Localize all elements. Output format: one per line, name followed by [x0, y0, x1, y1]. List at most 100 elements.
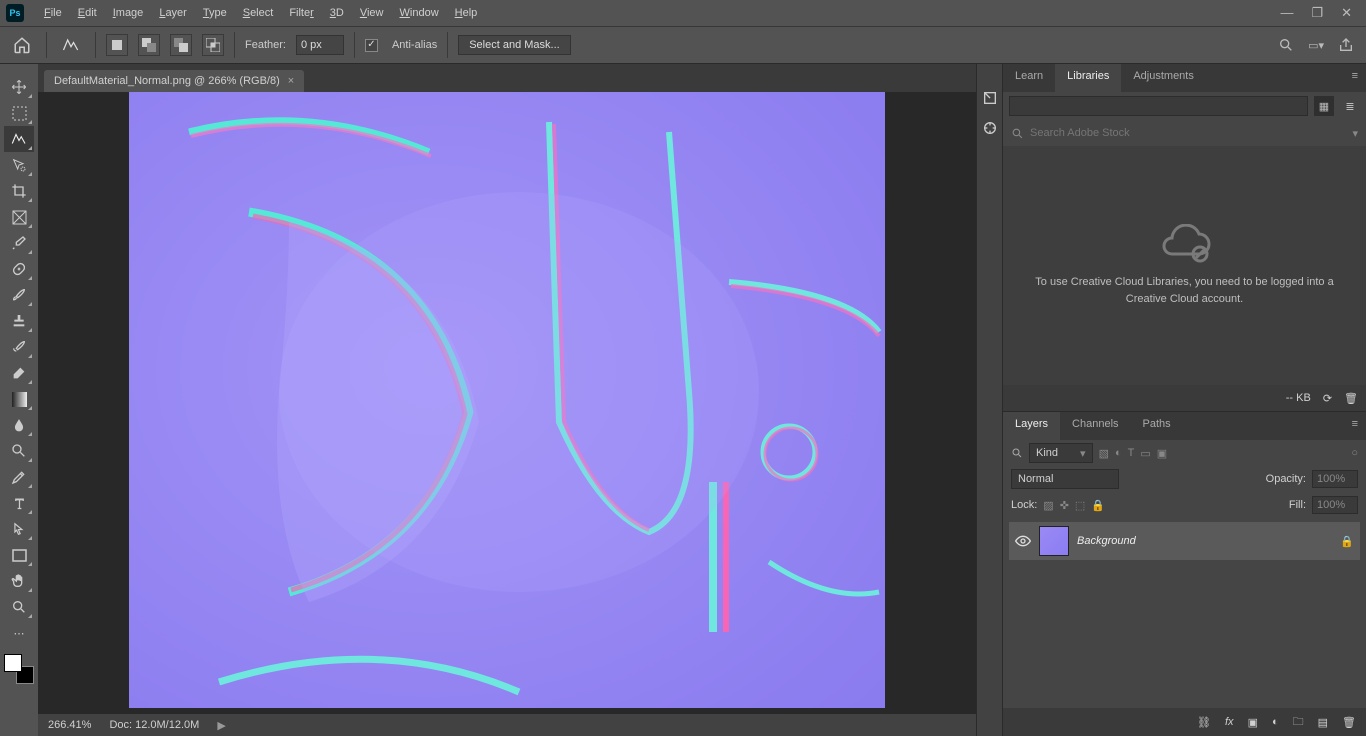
zoom-tool[interactable] [4, 594, 34, 620]
lock-all-icon[interactable]: 🔒 [1091, 499, 1105, 512]
menu-view[interactable]: View [352, 3, 392, 23]
chevron-down-icon[interactable]: ▾ [1352, 127, 1358, 140]
move-tool[interactable] [4, 74, 34, 100]
stamp-tool[interactable] [4, 308, 34, 334]
crop-tool[interactable] [4, 178, 34, 204]
filter-search-icon[interactable] [1011, 447, 1023, 459]
select-and-mask-button[interactable]: Select and Mask... [458, 35, 571, 55]
type-tool[interactable] [4, 490, 34, 516]
pen-tool[interactable] [4, 464, 34, 490]
lib-sync-icon[interactable]: ⟳ [1323, 392, 1332, 405]
document-tab[interactable]: DefaultMaterial_Normal.png @ 266% (RGB/8… [44, 70, 304, 92]
search-icon[interactable] [1278, 37, 1294, 53]
healing-tool[interactable] [4, 256, 34, 282]
share-icon[interactable] [1338, 37, 1354, 53]
menu-edit[interactable]: Edit [70, 3, 105, 23]
delete-layer-icon[interactable]: 🗑 [1342, 716, 1356, 729]
adjustment-layer-icon[interactable]: ◐ [1272, 716, 1279, 728]
library-selector[interactable] [1009, 96, 1308, 116]
menu-select[interactable]: Select [235, 3, 282, 23]
filter-type-icon[interactable]: T [1128, 447, 1135, 459]
opacity-input[interactable] [1312, 470, 1358, 488]
workspace-switcher-icon[interactable]: ▭▾ [1308, 39, 1324, 52]
close-icon[interactable]: × [288, 75, 294, 87]
grid-view-icon[interactable]: ▦ [1314, 96, 1334, 116]
lock-position-icon[interactable]: ✜ [1060, 499, 1069, 512]
current-tool-icon[interactable] [57, 31, 85, 59]
filter-shape-icon[interactable]: ▭ [1140, 447, 1150, 460]
filter-adjust-icon[interactable]: ◐ [1115, 447, 1122, 459]
foreground-swatch[interactable] [4, 654, 22, 672]
quick-select-tool[interactable] [4, 152, 34, 178]
eyedropper-tool[interactable] [4, 230, 34, 256]
color-swatches[interactable] [4, 654, 34, 684]
path-select-tool[interactable] [4, 516, 34, 542]
intersect-selection-icon[interactable] [202, 34, 224, 56]
menu-window[interactable]: Window [392, 3, 447, 23]
panel-menu-icon[interactable]: ≡ [1344, 64, 1366, 92]
tab-paths[interactable]: Paths [1131, 412, 1183, 440]
menu-3d[interactable]: 3D [322, 3, 352, 23]
shape-tool[interactable] [4, 542, 34, 568]
menu-layer[interactable]: Layer [151, 3, 195, 23]
lasso-tool[interactable] [4, 126, 34, 152]
menu-image[interactable]: Image [105, 3, 152, 23]
status-zoom[interactable]: 266.41% [48, 719, 91, 731]
window-restore-icon[interactable]: ❐ [1311, 5, 1323, 21]
frame-tool[interactable] [4, 204, 34, 230]
canvas[interactable] [129, 92, 885, 708]
window-close-icon[interactable]: ✕ [1341, 5, 1352, 21]
tab-learn[interactable]: Learn [1003, 64, 1055, 92]
layer-group-icon[interactable]: 🗀 [1293, 713, 1304, 732]
filter-pixels-icon[interactable]: ▧ [1099, 447, 1109, 460]
lock-artboard-icon[interactable]: ⬚ [1075, 499, 1085, 512]
hand-tool[interactable] [4, 568, 34, 594]
filter-toggle-icon[interactable]: ○ [1351, 447, 1358, 459]
add-selection-icon[interactable] [138, 34, 160, 56]
menu-help[interactable]: Help [447, 3, 486, 23]
edit-toolbar-icon[interactable]: ⋯ [4, 620, 34, 646]
link-layers-icon[interactable]: ⛓ [1197, 716, 1211, 729]
tab-channels[interactable]: Channels [1060, 412, 1130, 440]
eraser-tool[interactable] [4, 360, 34, 386]
status-flyout-icon[interactable]: ▶ [217, 719, 225, 732]
history-brush-tool[interactable] [4, 334, 34, 360]
marquee-tool[interactable] [4, 100, 34, 126]
tab-libraries[interactable]: Libraries [1055, 64, 1121, 92]
layer-style-icon[interactable]: fx [1225, 716, 1234, 728]
dodge-tool[interactable] [4, 438, 34, 464]
lib-trash-icon[interactable]: 🗑 [1344, 392, 1358, 405]
tab-layers[interactable]: Layers [1003, 412, 1060, 440]
properties-panel-icon[interactable] [982, 120, 998, 136]
tab-adjustments[interactable]: Adjustments [1121, 64, 1206, 92]
subtract-selection-icon[interactable] [170, 34, 192, 56]
layer-thumbnail[interactable] [1039, 526, 1069, 556]
menu-file[interactable]: File [36, 3, 70, 23]
menu-filter[interactable]: Filter [281, 3, 321, 23]
lock-pixels-icon[interactable]: ▨ [1043, 499, 1053, 512]
filter-smart-icon[interactable]: ▣ [1157, 447, 1167, 460]
visibility-icon[interactable] [1015, 535, 1031, 547]
filter-kind-select[interactable]: Kind▾ [1029, 443, 1093, 463]
document-tab-title: DefaultMaterial_Normal.png @ 266% (RGB/8… [54, 75, 280, 87]
blur-tool[interactable] [4, 412, 34, 438]
anti-alias-checkbox[interactable] [365, 39, 378, 52]
gradient-tool[interactable] [4, 386, 34, 412]
layer-row[interactable]: Background 🔒 [1009, 522, 1360, 560]
layer-mask-icon[interactable]: ▣ [1248, 716, 1258, 729]
fill-input[interactable] [1312, 496, 1358, 514]
feather-input[interactable] [296, 35, 344, 55]
stock-search-input[interactable] [1030, 127, 1346, 139]
panel-menu-icon[interactable]: ≡ [1344, 412, 1366, 440]
brush-tool[interactable] [4, 282, 34, 308]
new-layer-icon[interactable]: ▤ [1318, 716, 1328, 729]
home-icon[interactable] [8, 31, 36, 59]
status-doc-info[interactable]: Doc: 12.0M/12.0M [109, 719, 199, 731]
blend-mode-select[interactable]: Normal [1011, 469, 1119, 489]
menu-type[interactable]: Type [195, 3, 235, 23]
new-selection-icon[interactable] [106, 34, 128, 56]
layer-name[interactable]: Background [1077, 535, 1136, 547]
history-panel-icon[interactable] [982, 90, 998, 106]
list-view-icon[interactable]: ≣ [1340, 96, 1360, 116]
window-minimize-icon[interactable]: — [1280, 5, 1293, 21]
